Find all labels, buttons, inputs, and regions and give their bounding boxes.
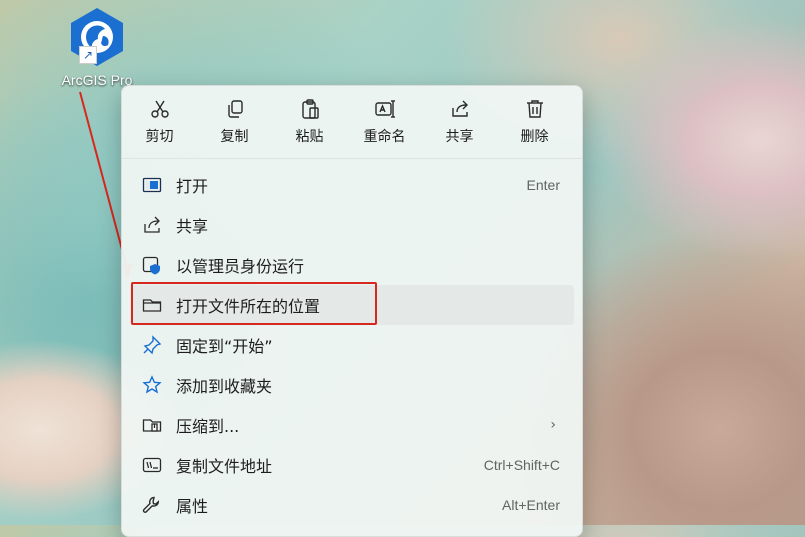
copy-path-icon: [140, 453, 164, 477]
rename-icon: [374, 100, 395, 118]
cut-label: 剪切: [145, 129, 174, 145]
chevron-right-icon: ›: [550, 417, 556, 433]
menu-item-properties[interactable]: 属性 Alt+Enter: [130, 485, 574, 525]
shortcut-arrow-icon: ↗: [79, 46, 97, 64]
paste-icon: [301, 99, 319, 119]
pin-icon: [140, 333, 164, 357]
delete-icon: [526, 100, 543, 118]
share-icon: [451, 100, 468, 117]
paste-button[interactable]: 粘贴: [272, 86, 347, 158]
arcgis-globe-icon: ↗: [67, 6, 127, 68]
menu-item-label: 添加到收藏夹: [176, 377, 273, 396]
shortcut-text: Enter: [526, 177, 560, 193]
star-icon: [140, 373, 164, 397]
menu-item-run-as-admin[interactable]: 以管理员身份运行: [130, 245, 574, 285]
menu-item-add-to-favorites[interactable]: 添加到收藏夹: [130, 365, 574, 405]
menu-item-label: 固定到“开始”: [176, 337, 273, 356]
delete-label: 删除: [520, 129, 549, 145]
menu-item-copy-file-path[interactable]: 复制文件地址 Ctrl+Shift+C: [130, 445, 574, 485]
menu-item-label: 打开: [176, 177, 209, 196]
copy-icon: [227, 100, 243, 118]
menu-item-compress-to[interactable]: 压缩到... ›: [130, 405, 574, 445]
rename-button[interactable]: 重命名: [347, 86, 422, 158]
context-menu-toolbar: 剪切 复制 粘贴 重命名 共享 删除: [122, 86, 582, 159]
copy-button[interactable]: 复制: [197, 86, 272, 158]
open-window-icon: [140, 173, 164, 197]
menu-item-label: 属性: [176, 497, 209, 516]
rename-label: 重命名: [363, 129, 406, 145]
shortcut-text: Alt+Enter: [502, 497, 560, 513]
menu-item-label: 以管理员身份运行: [176, 257, 305, 276]
share-label: 共享: [445, 129, 474, 145]
wrench-icon: [140, 493, 164, 517]
menu-item-label: 压缩到...: [176, 417, 240, 436]
share-icon: [140, 213, 164, 237]
annotation-highlight-box: [131, 282, 377, 325]
admin-shield-icon: [140, 253, 164, 277]
menu-item-label: 复制文件地址: [176, 457, 273, 476]
desktop-shortcut-arcgis-pro[interactable]: ↗ ArcGIS Pro: [52, 6, 142, 88]
menu-item-open[interactable]: 打开 Enter: [130, 165, 574, 205]
share-button[interactable]: 共享: [422, 86, 497, 158]
delete-button[interactable]: 删除: [497, 86, 572, 158]
shortcut-text: Ctrl+Shift+C: [483, 457, 560, 473]
menu-item-pin-to-start[interactable]: 固定到“开始”: [130, 325, 574, 365]
zip-icon: [140, 413, 164, 437]
paste-label: 粘贴: [295, 129, 324, 145]
menu-item-label: 共享: [176, 217, 209, 236]
menu-item-share[interactable]: 共享: [130, 205, 574, 245]
copy-label: 复制: [220, 129, 249, 145]
cut-icon: [150, 100, 169, 118]
cut-button[interactable]: 剪切: [122, 86, 197, 158]
